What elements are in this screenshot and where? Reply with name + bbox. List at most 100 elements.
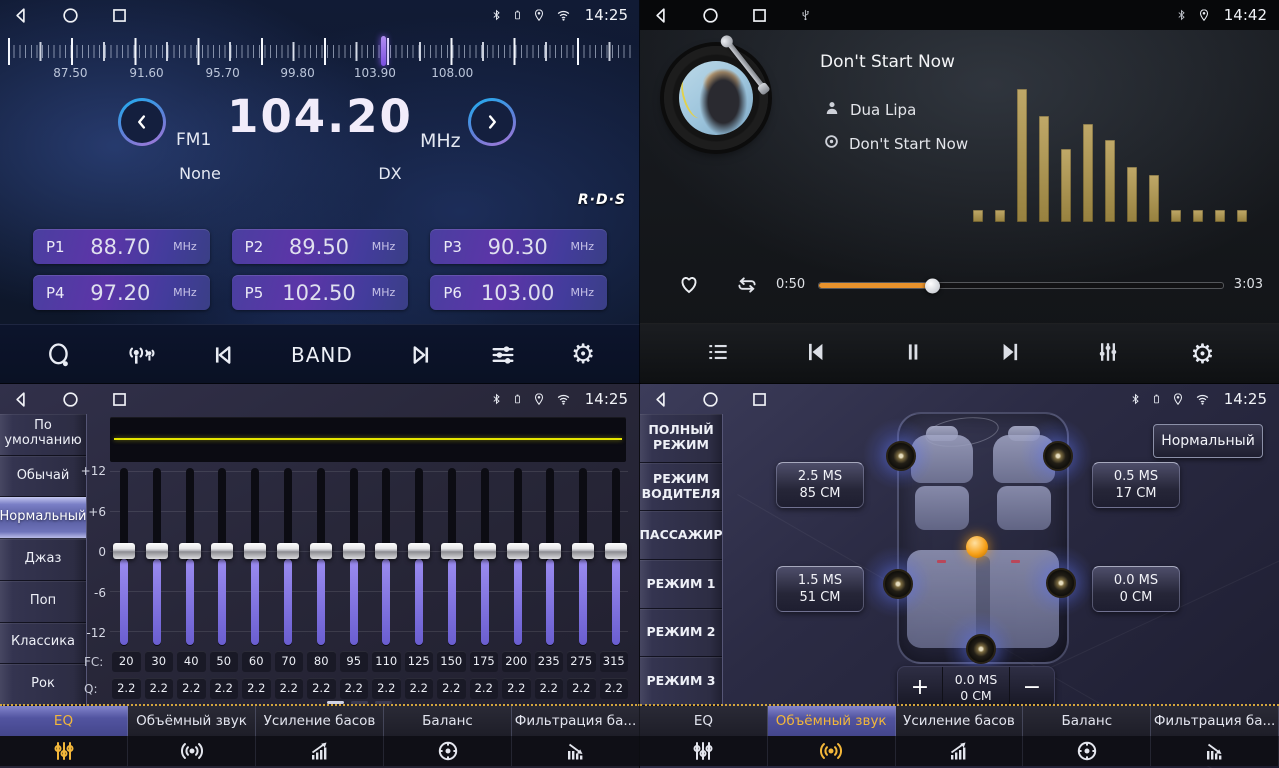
slider-knob[interactable] xyxy=(408,543,430,559)
slider-knob[interactable] xyxy=(277,543,299,559)
slider-knob[interactable] xyxy=(211,543,233,559)
settings-gear-icon[interactable]: ⚙ xyxy=(571,341,595,368)
front-right-delay-button[interactable]: 0.5 MS 17 CM xyxy=(1092,462,1180,508)
front-left-delay-button[interactable]: 2.5 MS 85 CM xyxy=(776,462,864,508)
recents-icon[interactable] xyxy=(750,6,769,25)
preset-button[interactable]: P2 89.50 MHz xyxy=(232,229,409,264)
rear-left-delay-button[interactable]: 1.5 MS 51 CM xyxy=(776,566,864,612)
tab-filter[interactable]: Фильтрация ба... xyxy=(512,706,640,768)
eq-band-slider[interactable] xyxy=(604,468,628,648)
broadcast-button[interactable] xyxy=(126,341,156,369)
dial-needle[interactable] xyxy=(381,36,386,66)
preset-button[interactable]: P3 90.30 MHz xyxy=(430,229,607,264)
delay-decrease-button[interactable]: − xyxy=(1010,667,1054,708)
home-icon[interactable] xyxy=(61,6,80,25)
preset-button[interactable]: P1 88.70 MHz xyxy=(33,229,210,264)
preset-button[interactable]: P4 97.20 MHz xyxy=(33,275,210,310)
home-icon[interactable] xyxy=(61,390,80,409)
preset-button[interactable]: P6 103.00 MHz xyxy=(430,275,607,310)
eq-mixer-button[interactable] xyxy=(1094,338,1122,370)
recents-icon[interactable] xyxy=(110,390,129,409)
preset-button[interactable]: P5 102.50 MHz xyxy=(232,275,409,310)
back-icon[interactable] xyxy=(652,390,671,409)
back-icon[interactable] xyxy=(12,6,31,25)
previous-track-button[interactable] xyxy=(801,338,831,370)
home-icon[interactable] xyxy=(701,390,720,409)
eq-band-slider[interactable] xyxy=(178,468,202,648)
tab-bass-boost[interactable]: Усиление басов xyxy=(896,706,1024,768)
scan-button[interactable] xyxy=(45,341,73,369)
seek-bar[interactable] xyxy=(818,282,1224,289)
next-station-button[interactable] xyxy=(406,341,434,369)
slider-knob[interactable] xyxy=(507,543,529,559)
listening-mode-item[interactable]: РЕЖИМ 2 xyxy=(640,609,722,658)
next-track-button[interactable] xyxy=(995,338,1025,370)
eq-band-slider[interactable] xyxy=(538,468,562,648)
eq-band-slider[interactable] xyxy=(243,468,267,648)
eq-band-slider[interactable] xyxy=(276,468,300,648)
eq-band-slider[interactable] xyxy=(407,468,431,648)
album-art-vinyl xyxy=(664,46,768,150)
eq-preset-item[interactable]: Рок xyxy=(0,664,86,706)
listening-mode-item[interactable]: РЕЖИМ 1 xyxy=(640,560,722,609)
listening-position-dot[interactable] xyxy=(966,536,988,558)
recents-icon[interactable] xyxy=(750,390,769,409)
slider-knob[interactable] xyxy=(572,543,594,559)
eq-band-slider[interactable] xyxy=(440,468,464,648)
slider-knob[interactable] xyxy=(605,543,627,559)
eq-band-slider[interactable] xyxy=(342,468,366,648)
slider-knob[interactable] xyxy=(146,543,168,559)
eq-band-slider[interactable] xyxy=(145,468,169,648)
eq-band-slider[interactable] xyxy=(210,468,234,648)
delay-stepper: + 0.0 MS 0 CM − xyxy=(897,666,1055,709)
tab-balance[interactable]: Баланс xyxy=(384,706,512,768)
recents-icon[interactable] xyxy=(110,6,129,25)
delay-increase-button[interactable]: + xyxy=(898,667,942,708)
fc-value: 200 xyxy=(502,651,531,672)
tune-up-button[interactable] xyxy=(468,98,516,146)
slider-knob[interactable] xyxy=(179,543,201,559)
seek-knob[interactable] xyxy=(925,278,940,293)
band-button[interactable]: BAND xyxy=(291,343,353,367)
settings-gear-icon[interactable]: ⚙ xyxy=(1190,341,1214,368)
previous-station-button[interactable] xyxy=(210,341,238,369)
listening-mode-item[interactable]: ПОЛНЫЙ РЕЖИМ xyxy=(640,414,722,463)
audio-settings-button[interactable] xyxy=(488,341,518,369)
filter-tab-icon xyxy=(512,736,640,766)
listening-mode-item[interactable]: РЕЖИМ 3 xyxy=(640,657,722,706)
back-icon[interactable] xyxy=(12,390,31,409)
listening-mode-item[interactable]: РЕЖИМ ВОДИТЕЛЯ xyxy=(640,463,722,512)
eq-band-slider[interactable] xyxy=(309,468,333,648)
pause-button[interactable] xyxy=(900,338,926,370)
slider-knob[interactable] xyxy=(244,543,266,559)
slider-knob[interactable] xyxy=(310,543,332,559)
slider-knob[interactable] xyxy=(375,543,397,559)
tab-balance[interactable]: Баланс xyxy=(1023,706,1151,768)
slider-knob[interactable] xyxy=(539,543,561,559)
tab-eq[interactable]: EQ xyxy=(0,706,128,768)
eq-band-slider[interactable] xyxy=(571,468,595,648)
slider-knob[interactable] xyxy=(441,543,463,559)
eq-band-slider[interactable] xyxy=(374,468,398,648)
repeat-icon[interactable] xyxy=(732,273,762,301)
eq-band-slider[interactable] xyxy=(473,468,497,648)
back-icon[interactable] xyxy=(652,6,671,25)
tab-surround[interactable]: Объёмный звук xyxy=(768,706,896,768)
listening-mode-item[interactable]: ПАССАЖИР xyxy=(640,511,722,560)
slider-knob[interactable] xyxy=(113,543,135,559)
frequency-dial[interactable] xyxy=(8,36,632,66)
tab-eq[interactable]: EQ xyxy=(640,706,768,768)
home-icon[interactable] xyxy=(701,6,720,25)
favorite-heart-icon[interactable] xyxy=(676,272,702,300)
eq-band-slider[interactable] xyxy=(506,468,530,648)
slider-knob[interactable] xyxy=(343,543,365,559)
sound-profile-button[interactable]: Нормальный xyxy=(1153,424,1263,458)
rear-right-delay-button[interactable]: 0.0 MS 0 CM xyxy=(1092,566,1180,612)
tab-filter[interactable]: Фильтрация ба... xyxy=(1151,706,1279,768)
eq-preset-item[interactable]: По умолчанию xyxy=(0,414,86,456)
tab-surround[interactable]: Объёмный звук xyxy=(128,706,256,768)
slider-knob[interactable] xyxy=(474,543,496,559)
eq-band-slider[interactable] xyxy=(112,468,136,648)
tab-bass-boost[interactable]: Усиление басов xyxy=(256,706,384,768)
playlist-button[interactable] xyxy=(704,339,732,369)
